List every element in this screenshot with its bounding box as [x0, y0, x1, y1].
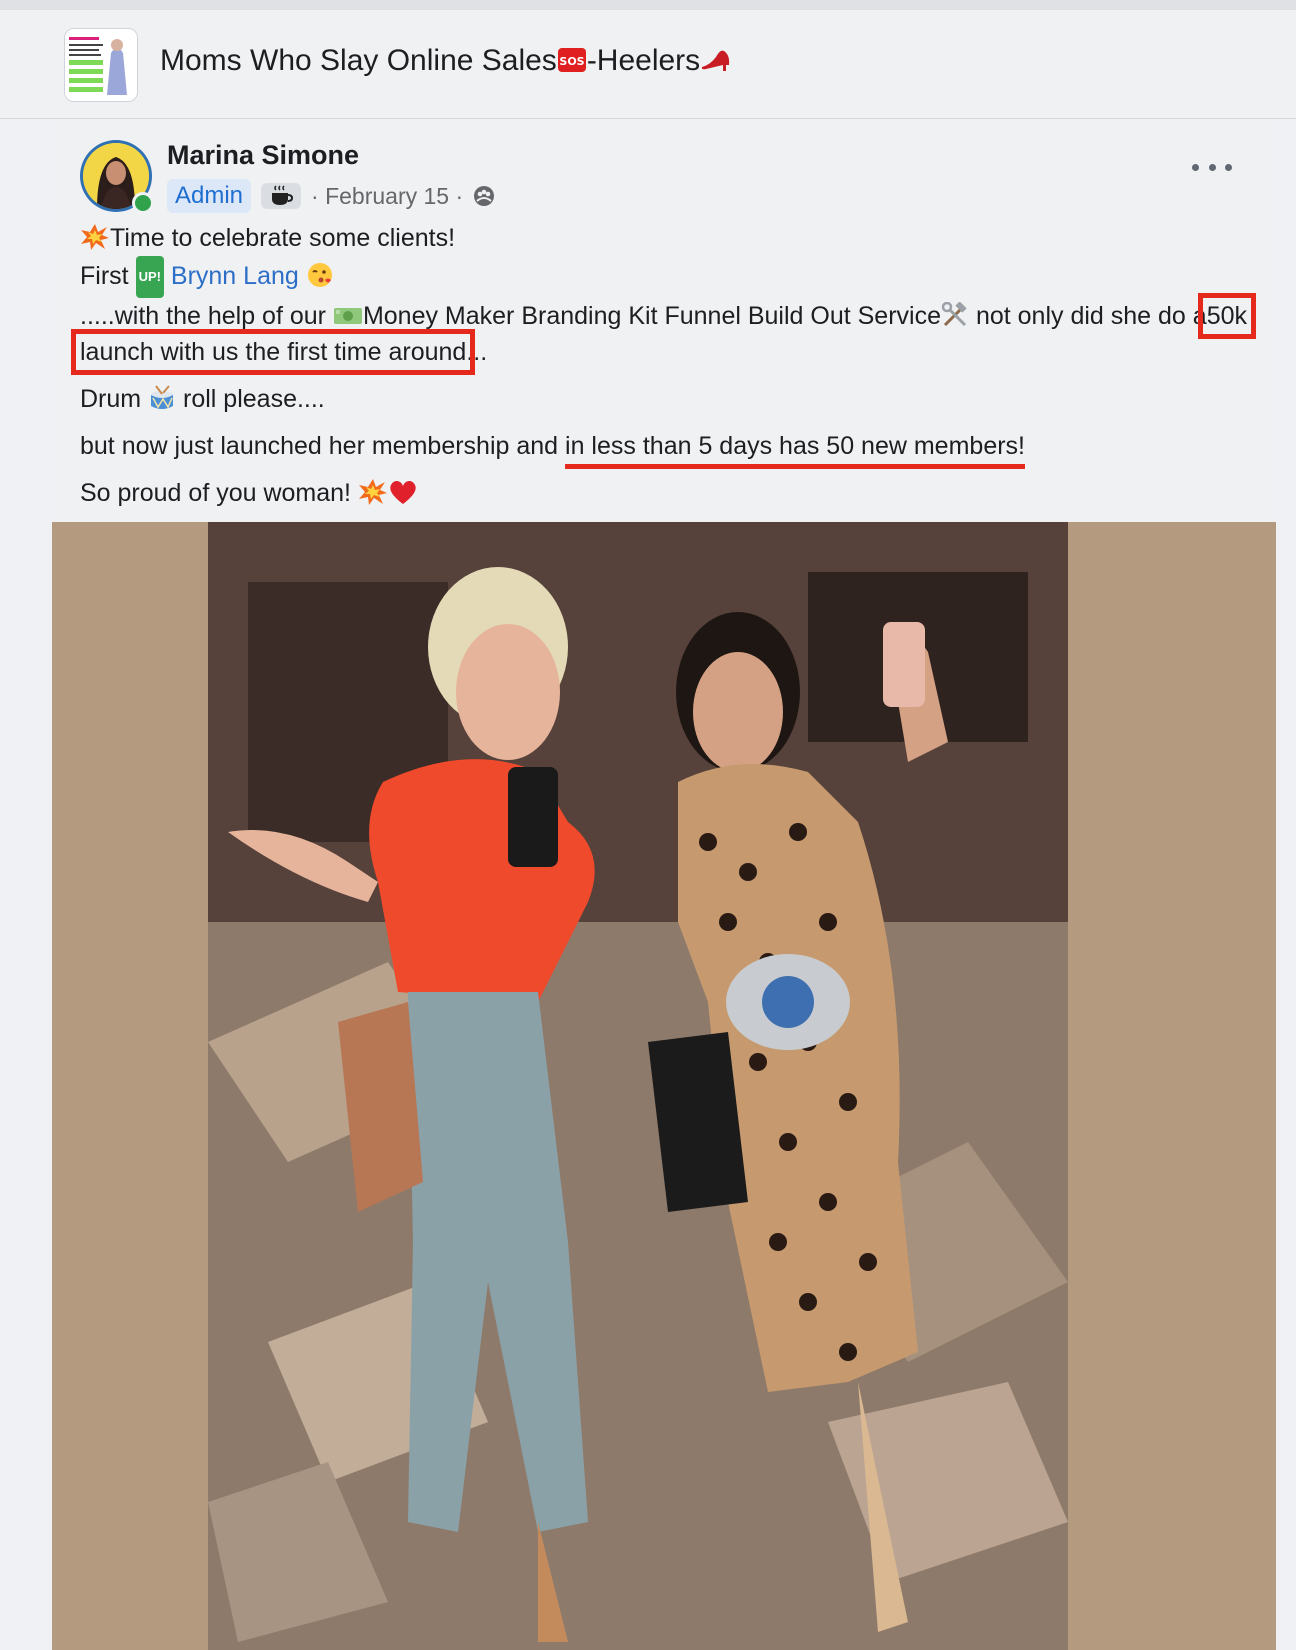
drum-emoji-icon	[151, 385, 174, 409]
post-photo[interactable]	[208, 522, 1068, 1650]
group-thumbnail[interactable]	[64, 28, 138, 102]
group-name-text: Moms Who Slay Online Sales	[160, 44, 557, 77]
post-line-4: Drum roll please....	[80, 385, 325, 413]
high-heel-icon	[702, 50, 730, 71]
collision-emoji-icon	[81, 224, 109, 250]
post-text: Time to celebrate some clients! First UP…	[71, 220, 1256, 511]
sos-icon: SOS	[557, 48, 586, 72]
highlighted-members-text: in less than 5 days has 50 new members!	[565, 432, 1025, 460]
post-line-5: but now just launched her membership and…	[80, 432, 1025, 460]
up-emoji-icon: UP!	[135, 256, 164, 298]
browser-top-edge	[0, 0, 1296, 10]
post-line-2: First UP! Brynn Lang	[80, 256, 1250, 298]
coffee-badge[interactable]	[261, 183, 302, 209]
group-header: Moms Who Slay Online Sales SOS -Heelers	[0, 10, 1296, 119]
post-line-1: Time to celebrate some clients!	[80, 220, 1250, 256]
kissing-face-emoji-icon	[307, 263, 332, 287]
group-privacy-icon	[474, 186, 495, 206]
post-meta: Admin · February 15 ·	[167, 178, 495, 214]
group-name-suffix: -Heelers	[586, 44, 701, 77]
mirror-selfie-photo	[208, 522, 1068, 1650]
collision-emoji-icon	[358, 479, 387, 505]
post-date[interactable]: · February 15 ·	[311, 183, 463, 210]
mention-link[interactable]: Brynn Lang	[171, 262, 299, 290]
admin-badge[interactable]: Admin	[167, 179, 252, 213]
post-line-3: .....with the help of our Money Maker Br…	[71, 293, 1256, 375]
heart-emoji-icon	[390, 480, 416, 504]
group-thumbnail-graphic	[65, 29, 137, 101]
post-card: Marina Simone Admin · February 15 · Time…	[52, 120, 1276, 1650]
post-photo-container[interactable]	[52, 522, 1276, 1650]
coffee-badge-icon	[272, 185, 294, 205]
svg-text:SOS: SOS	[559, 55, 584, 68]
hammer-wrench-emoji-icon	[941, 301, 967, 327]
online-status-dot	[132, 192, 154, 214]
service-name: Money Maker Branding Kit Funnel Build Ou…	[362, 302, 941, 330]
more-options-button[interactable]	[1192, 152, 1232, 182]
author-name[interactable]: Marina Simone	[167, 140, 359, 171]
more-options-icon	[1192, 163, 1199, 171]
post-line-6: So proud of you woman!	[80, 475, 1250, 511]
money-emoji-icon	[333, 308, 362, 324]
group-title[interactable]: Moms Who Slay Online Sales SOS -Heelers	[160, 44, 732, 78]
